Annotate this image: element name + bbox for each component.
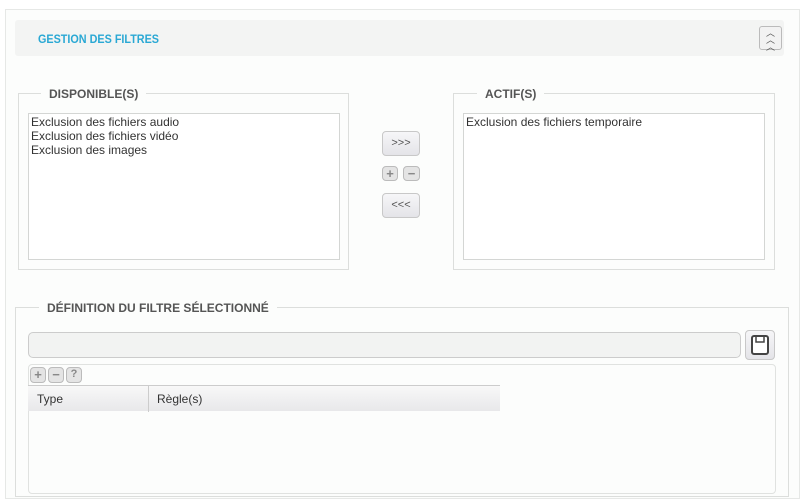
- active-list[interactable]: Exclusion des fichiers temporaire: [463, 113, 765, 260]
- add-rule-button[interactable]: +: [30, 367, 46, 383]
- active-legend: ACTIF(S): [477, 87, 545, 101]
- remove-rule-button[interactable]: −: [48, 367, 64, 383]
- rules-table-header: Type Règle(s): [28, 385, 500, 412]
- add-filter-button[interactable]: >>>: [382, 131, 420, 156]
- help-button[interactable]: ?: [66, 367, 82, 383]
- list-item[interactable]: Exclusion des images: [31, 143, 337, 157]
- minus-button[interactable]: −: [403, 166, 420, 181]
- available-legend: DISPONIBLE(S): [41, 87, 147, 101]
- available-list[interactable]: Exclusion des fichiers audio Exclusion d…: [28, 113, 340, 260]
- definition-legend: DÉFINITION DU FILTRE SÉLECTIONNÉ: [39, 301, 277, 315]
- panel-title: GESTION DES FILTRES: [38, 32, 160, 46]
- remove-filter-button[interactable]: <<<: [382, 193, 420, 218]
- list-item[interactable]: Exclusion des fichiers vidéo: [31, 129, 337, 143]
- column-header-type[interactable]: Type: [37, 386, 63, 412]
- filter-name-input[interactable]: [28, 332, 741, 358]
- collapse-button[interactable]: ︿ ︿ ︿: [759, 26, 782, 52]
- floppy-disk-icon: [751, 335, 769, 355]
- rules-grid-panel: [28, 364, 776, 494]
- list-item[interactable]: Exclusion des fichiers temporaire: [466, 115, 762, 129]
- double-chevron-up-icon: ︿ ︿ ︿: [765, 28, 775, 52]
- list-item[interactable]: Exclusion des fichiers audio: [31, 115, 337, 129]
- column-header-rules[interactable]: Règle(s): [148, 386, 202, 412]
- save-button[interactable]: [745, 330, 775, 360]
- plus-button[interactable]: +: [382, 166, 398, 181]
